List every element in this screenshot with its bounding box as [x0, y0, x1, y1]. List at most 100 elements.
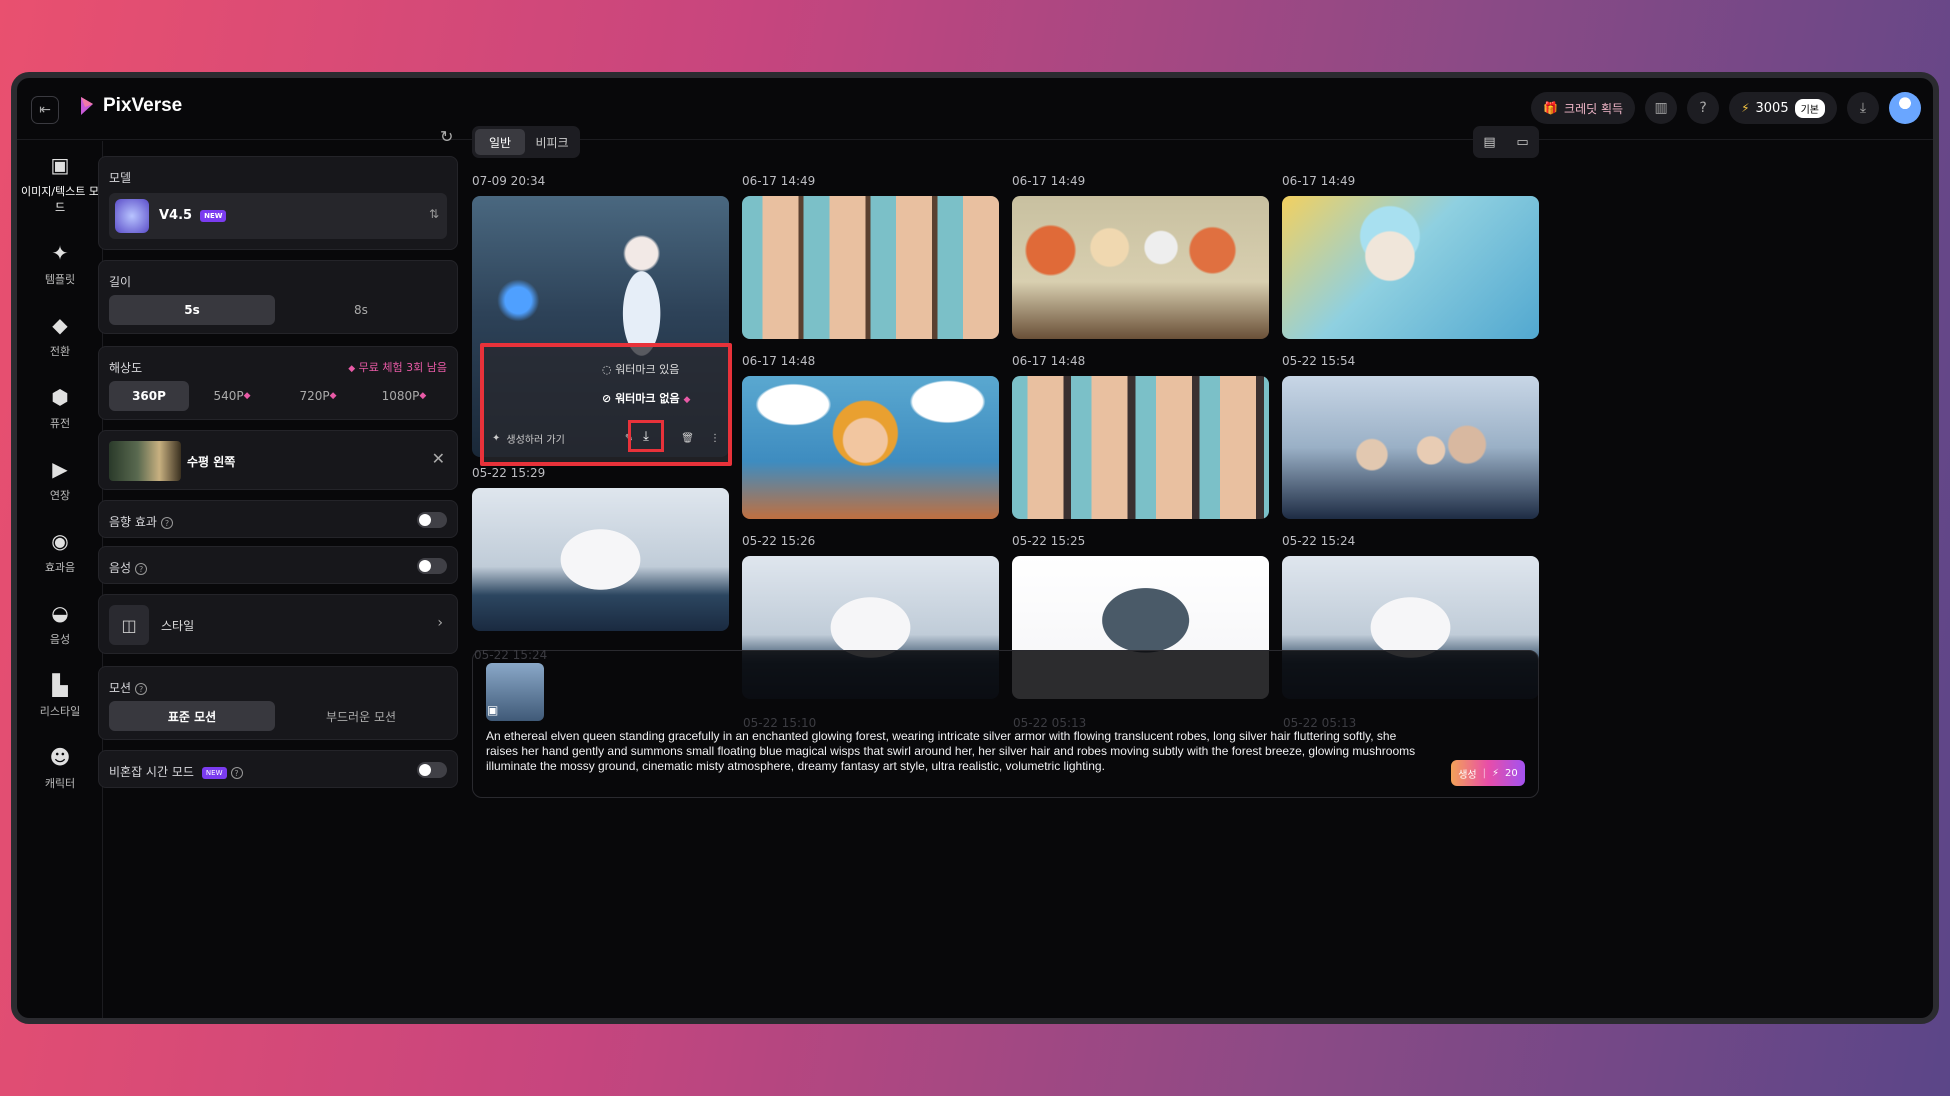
generate-cost: 20	[1505, 767, 1518, 779]
exit-icon[interactable]: ⇤	[31, 96, 59, 124]
video-thumbnail[interactable]	[742, 376, 999, 519]
video-date: 07-09 20:34	[472, 174, 546, 188]
gem-icon: ◆	[243, 391, 251, 401]
resolution-option-720p[interactable]: 720P ◆	[275, 381, 361, 411]
generate-button[interactable]: 생성 | ⚡ 20	[1451, 760, 1525, 786]
nav-label: 퓨전	[49, 417, 71, 430]
download-icon[interactable]: ⤓	[628, 420, 664, 452]
nav-label: 전환	[49, 345, 71, 358]
delete-icon[interactable]: 🗑	[681, 433, 694, 444]
resolution-option-540p[interactable]: 540P ◆	[189, 381, 275, 411]
plan-badge: 기본	[1794, 98, 1825, 118]
more-icon[interactable]: ⋮	[710, 433, 720, 444]
nav-label: 이미지/텍스트 모드	[20, 185, 100, 214]
style-icon: ◫	[109, 605, 149, 645]
video-date: 05-22 15:25	[1012, 534, 1086, 548]
video-thumbnail[interactable]	[1282, 196, 1539, 339]
video-thumbnail[interactable]	[1282, 376, 1539, 519]
grid-view-icon[interactable]: ▤	[1483, 135, 1495, 150]
resolution-card: 해상도 ◆ 무료 체험 3회 남음 360P 540P ◆ 720P ◆ 108…	[98, 346, 458, 420]
gem-icon: ◆	[683, 395, 691, 405]
prompt-panel: 05-22 15:24 05-22 15:10 05-22 05:13 05-2…	[472, 648, 1539, 798]
list-view-icon[interactable]: ▭	[1516, 135, 1528, 150]
faded-date: 05-22 05:13	[1013, 716, 1087, 730]
video-date: 05-22 15:29	[472, 466, 546, 480]
logo[interactable]: PixVerse	[79, 95, 182, 117]
video-date: 06-17 14:48	[1012, 354, 1086, 368]
gem-icon: ◆	[329, 391, 337, 401]
nav-item-character[interactable]: ☻ 캐릭터	[17, 745, 103, 791]
credit-count: 3005	[1755, 100, 1789, 116]
video-thumbnail[interactable]	[472, 488, 729, 631]
gift-icon: 🎁	[1543, 101, 1559, 115]
camera-move-label: 수평 왼쪽	[187, 455, 236, 469]
resolution-option-1080p[interactable]: 1080P ◆	[361, 381, 447, 411]
tab-normal[interactable]: 일반	[475, 129, 525, 155]
voice-toggle[interactable]	[417, 558, 447, 574]
help-icon: ?	[230, 766, 243, 779]
book-icon[interactable]: ▥	[1645, 92, 1678, 124]
credits-pill[interactable]: ⚡ 3005 기본	[1729, 92, 1837, 124]
close-icon[interactable]: ✕	[432, 449, 445, 468]
cube-icon: ⬢	[51, 385, 69, 409]
sparkle-icon: ✦	[492, 432, 501, 444]
tab-off-peak[interactable]: 비피크	[527, 129, 577, 155]
off-peak-card: 비혼잡 시간 모드 NEW?	[98, 750, 458, 788]
nav-item-image-text[interactable]: ▣ 이미지/텍스트 모드	[17, 153, 103, 215]
length-option-5s[interactable]: 5s	[109, 295, 275, 325]
gem-icon: ◆	[419, 391, 427, 401]
video-thumbnail[interactable]	[1012, 196, 1269, 339]
faded-date: 05-22 15:24	[474, 648, 548, 662]
sound-effect-toggle[interactable]	[417, 512, 447, 528]
nav-item-fusion[interactable]: ⬢ 퓨전	[17, 385, 103, 431]
pixverse-logo-icon	[81, 97, 93, 115]
sparkle-icon: ✦	[51, 241, 69, 265]
nav-item-extend[interactable]: ▶ 연장	[17, 457, 103, 503]
style-card[interactable]: ◫ 스타일 ›	[98, 594, 458, 654]
nav-item-template[interactable]: ✦ 템플릿	[17, 241, 103, 287]
nav-item-sound-effect[interactable]: ◉ 효과음	[17, 529, 103, 575]
motion-option-standard[interactable]: 표준 모션	[109, 701, 275, 731]
motion-label: 모션?	[109, 679, 148, 696]
new-badge: NEW	[201, 766, 227, 779]
download-with-watermark[interactable]: ◌ 워터마크 있음	[602, 361, 679, 377]
droplet-icon: ◌	[602, 363, 612, 376]
camera-move-card[interactable]: 수평 왼쪽 ✕	[98, 430, 458, 490]
off-peak-toggle[interactable]	[417, 762, 447, 778]
video-thumbnail[interactable]	[742, 196, 999, 339]
model-selector[interactable]: V4.5 NEW ⇅	[109, 193, 447, 239]
nav-item-voice[interactable]: ◒ 음성	[17, 601, 103, 647]
video-date: 05-22 15:26	[742, 534, 816, 548]
brush-icon: ▙	[52, 673, 68, 697]
credit-promo-button[interactable]: 🎁 크레딧 획득	[1531, 92, 1636, 124]
nav-label: 연장	[49, 489, 71, 502]
sound-wave-icon: ◉	[51, 529, 69, 553]
video-date: 06-17 14:49	[1282, 174, 1356, 188]
motion-option-smooth[interactable]: 부드러운 모션	[275, 701, 447, 731]
nav-label: 템플릿	[44, 273, 76, 286]
length-card: 길이 5s 8s	[98, 260, 458, 334]
download-app-icon[interactable]: ⤓	[1847, 92, 1879, 124]
resolution-label: 해상도	[109, 361, 143, 375]
nav-label: 효과음	[44, 561, 76, 574]
length-option-8s[interactable]: 8s	[275, 295, 447, 325]
free-trial-notice: ◆ 무료 체험 3회 남음	[348, 361, 447, 374]
download-without-watermark[interactable]: ⊘ 워터마크 없음 ◆	[602, 390, 690, 406]
chevron-right-icon: ›	[437, 615, 443, 631]
prompt-text[interactable]: An ethereal elven queen standing gracefu…	[486, 729, 1426, 774]
resolution-option-360p[interactable]: 360P	[109, 381, 189, 411]
nav-item-transition[interactable]: ◆ 전환	[17, 313, 103, 359]
help-icon[interactable]: ?	[1687, 92, 1720, 124]
refresh-icon[interactable]: ↻	[440, 127, 453, 146]
motion-card: 모션? 표준 모션 부드러운 모션	[98, 666, 458, 740]
sound-effect-label: 음향 효과?	[109, 513, 173, 530]
off-peak-label: 비혼잡 시간 모드 NEW?	[109, 763, 243, 780]
go-generate-button[interactable]: 생성하러 가기	[506, 431, 564, 446]
video-thumbnail[interactable]	[1012, 376, 1269, 519]
avatar[interactable]	[1889, 92, 1921, 124]
faded-date: 05-22 15:10	[743, 716, 817, 730]
video-date: 06-17 14:49	[742, 174, 816, 188]
camera-move-thumbnail	[109, 441, 181, 481]
nav-item-restyle[interactable]: ▙ 리스타일	[17, 673, 103, 719]
voice-card: 음성?	[98, 546, 458, 584]
